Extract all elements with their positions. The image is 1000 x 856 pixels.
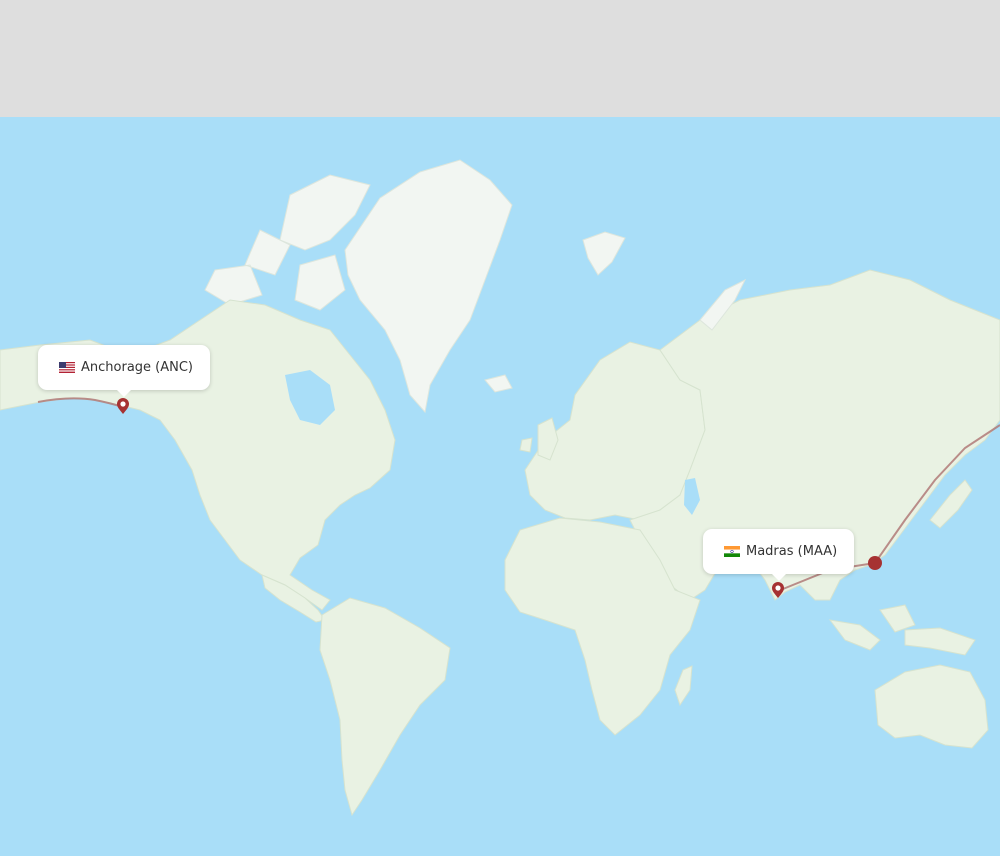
svalbard <box>582 231 626 276</box>
anc-location-pin[interactable] <box>117 398 129 414</box>
origin-name: Anchorage (ANC) <box>81 360 194 375</box>
us-flag-icon <box>59 362 75 373</box>
in-flag-icon <box>724 546 740 557</box>
australia-landmass <box>874 664 989 749</box>
maa-label[interactable]: Madras (MAA) <box>703 529 854 581</box>
madagascar <box>674 665 693 707</box>
british-isles <box>519 417 559 461</box>
south-america-landmass <box>319 597 451 817</box>
map-canvas <box>0 159 1000 817</box>
southeast-asia-islands <box>828 604 976 656</box>
iceland <box>484 374 513 393</box>
world-map[interactable] <box>0 117 1000 856</box>
anc-label[interactable]: Anchorage (ANC) <box>38 345 210 397</box>
arctic-islands <box>204 174 371 311</box>
stopover-dot[interactable] <box>868 556 882 570</box>
top-banner <box>0 0 1000 117</box>
destination-name: Madras (MAA) <box>746 544 838 559</box>
greenland-landmass <box>344 159 513 414</box>
